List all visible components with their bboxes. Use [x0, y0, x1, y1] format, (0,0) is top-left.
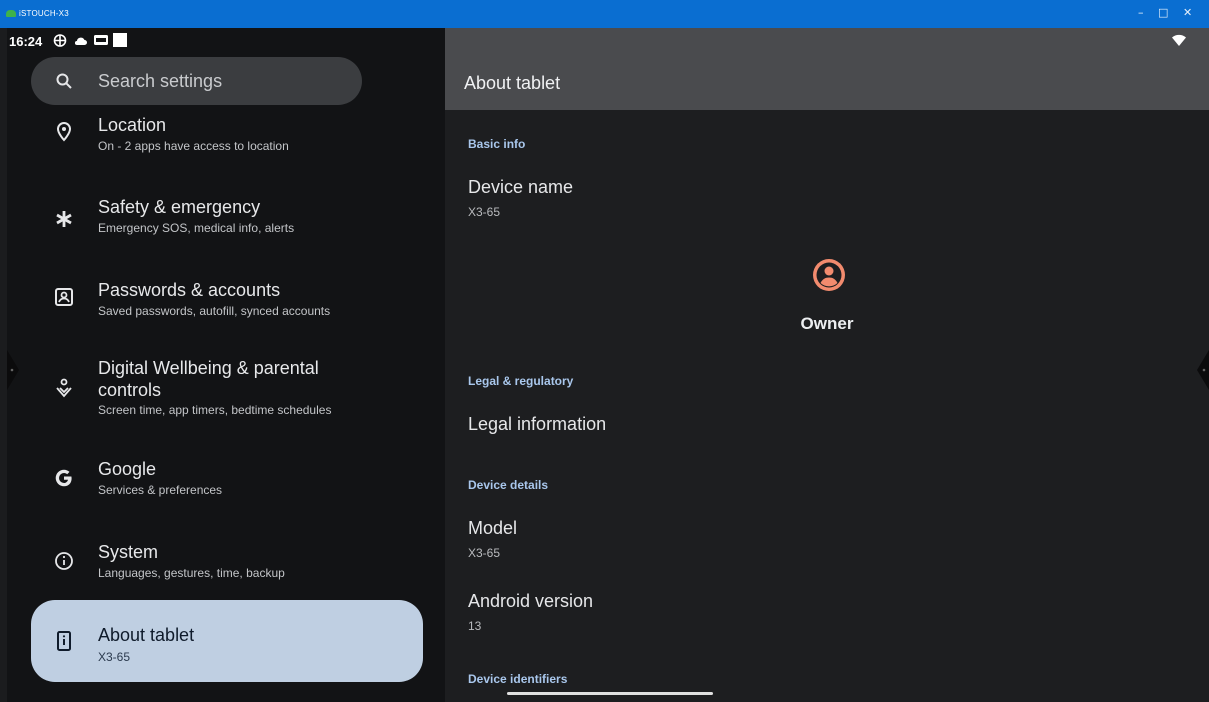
app-logo-icon: [6, 10, 16, 17]
settings-item-location[interactable]: Location On - 2 apps have access to loca…: [31, 110, 423, 170]
detail-app-bar: About tablet: [445, 28, 1209, 110]
device-name-label: Device name: [468, 177, 574, 197]
item-title: Google: [98, 459, 157, 479]
settings-item-safety[interactable]: Safety & emergency Emergency SOS, medica…: [31, 188, 423, 248]
google-g-icon: [55, 469, 72, 487]
item-title: Safety & emergency: [98, 197, 261, 217]
owner-label: Owner: [800, 314, 854, 333]
item-subtitle: Emergency SOS, medical info, alerts: [98, 221, 295, 235]
item-subtitle: Languages, gestures, time, backup: [98, 566, 285, 580]
left-edge-handle-icon[interactable]: [7, 350, 21, 390]
model-label: Model: [468, 518, 518, 538]
account-box-icon: [55, 288, 73, 306]
item-subtitle: X3-65: [98, 650, 131, 664]
settings-item-google[interactable]: Google Services & preferences: [31, 451, 423, 511]
account-circle-icon: [813, 259, 845, 291]
item-title-line1: Digital Wellbeing & parental: [98, 358, 319, 378]
settings-item-passwords-accounts[interactable]: Passwords & accounts Saved passwords, au…: [31, 272, 423, 332]
item-subtitle: Saved passwords, autofill, synced accoun…: [98, 304, 331, 318]
minimize-button[interactable]: –: [1138, 7, 1144, 19]
device-screen: 16:24 Search settings Location On - 2 ap…: [7, 28, 1209, 702]
item-title: System: [98, 542, 159, 562]
settings-item-system[interactable]: System Languages, gestures, time, backup: [31, 536, 423, 596]
settings-item-digital-wellbeing[interactable]: Digital Wellbeing & parental controls Sc…: [31, 348, 423, 428]
search-icon: [56, 73, 72, 89]
dvr-badge-icon: [94, 35, 108, 45]
maximize-button[interactable]: □: [1158, 7, 1168, 19]
settings-item-about-tablet[interactable]: About tablet X3-65: [31, 600, 423, 682]
item-title-line2: controls: [98, 380, 162, 400]
item-title: Location: [98, 115, 167, 135]
gamepad-icon: [53, 34, 67, 47]
info-icon: [55, 552, 73, 570]
asterisk-icon: [56, 211, 72, 227]
blank-square-icon: [113, 33, 127, 47]
location-pin-icon: [56, 121, 72, 142]
section-header-device-details: Device details: [468, 478, 549, 492]
item-title: About tablet: [98, 625, 195, 645]
android-version-value: 13: [468, 619, 482, 633]
section-header-basic-info: Basic info: [468, 137, 526, 151]
android-version-label: Android version: [468, 591, 594, 611]
item-subtitle: Services & preferences: [98, 483, 223, 497]
status-bar: 16:24: [7, 28, 445, 52]
window-titlebar: iSTOUCH-X3 – □ ✕: [0, 0, 1209, 28]
emulator-window: iSTOUCH-X3 – □ ✕ 16:24 Search settings L…: [0, 0, 1209, 702]
search-bar[interactable]: Search settings: [31, 57, 362, 105]
window-title: iSTOUCH-X3: [19, 9, 69, 18]
wifi-icon: [1172, 34, 1186, 46]
about-tablet-pane: About tablet Basic info Device name X3-6…: [445, 28, 1209, 702]
wellbeing-icon: [56, 378, 72, 398]
item-subtitle: On - 2 apps have access to location: [98, 139, 289, 153]
legal-information-item[interactable]: Legal information: [468, 414, 606, 435]
close-button[interactable]: ✕: [1183, 7, 1192, 19]
cloud-icon: [74, 37, 87, 45]
gesture-nav-handle[interactable]: [507, 692, 713, 695]
device-name-value: X3-65: [468, 205, 501, 219]
model-value: X3-65: [468, 546, 501, 560]
status-time: 16:24: [9, 34, 43, 49]
right-edge-handle-icon[interactable]: [1195, 350, 1209, 390]
settings-list-pane: 16:24 Search settings Location On - 2 ap…: [7, 28, 445, 702]
section-header-device-identifiers: Device identifiers: [468, 672, 568, 686]
section-header-legal: Legal & regulatory: [468, 374, 574, 388]
item-title: Passwords & accounts: [98, 280, 281, 300]
search-placeholder: Search settings: [98, 71, 223, 91]
item-subtitle: Screen time, app timers, bedtime schedul…: [98, 403, 332, 417]
tablet-info-icon: [57, 631, 71, 651]
page-title: About tablet: [464, 73, 561, 93]
